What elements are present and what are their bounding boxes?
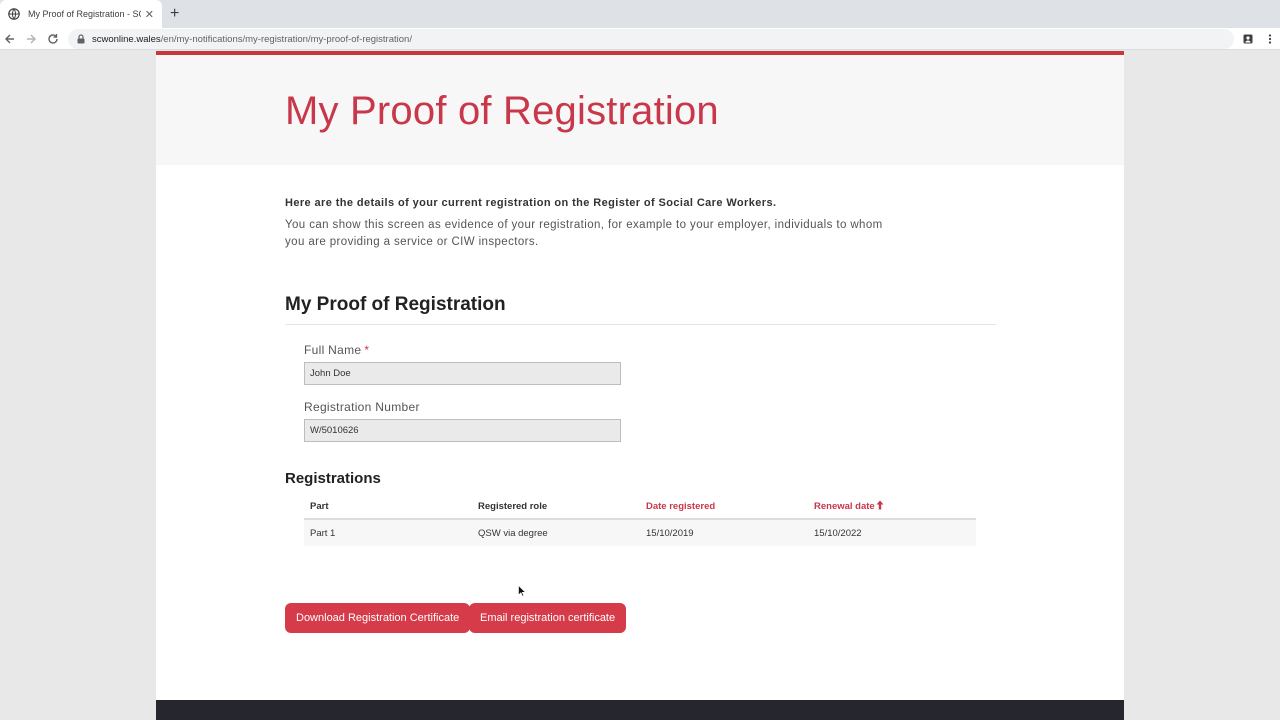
mouse-cursor-icon: [518, 585, 526, 597]
url-text: scwonline.wales/en/my-notifications/my-r…: [92, 34, 412, 45]
new-tab-icon[interactable]: +: [170, 5, 179, 23]
page-container: My Proof of Registration Here are the de…: [156, 51, 1124, 720]
close-tab-icon[interactable]: ✕: [145, 8, 154, 21]
tab-title: My Proof of Registration - SCW P: [28, 9, 141, 19]
registration-number-field[interactable]: [304, 419, 621, 442]
registrations-title: Registrations: [285, 470, 381, 487]
registrations-table: Part Registered role Date registered Ren…: [304, 494, 976, 546]
url-domain: scwonline.wales: [92, 33, 161, 45]
browser-tab-bar: My Proof of Registration - SCW P ✕ +: [0, 0, 1280, 28]
globe-icon: [8, 8, 20, 20]
back-icon[interactable]: [2, 31, 18, 47]
intro-section: Here are the details of your current reg…: [285, 197, 996, 251]
address-bar[interactable]: scwonline.wales/en/my-notifications/my-r…: [68, 29, 1234, 49]
table-row: Part 1 QSW via degree 15/10/2019 15/10/2…: [304, 519, 976, 546]
email-certificate-button[interactable]: Email registration certificate: [469, 603, 627, 633]
page-title: My Proof of Registration: [285, 89, 719, 133]
browser-toolbar: scwonline.wales/en/my-notifications/my-r…: [0, 28, 1280, 50]
column-header-registered-role: Registered role: [472, 494, 640, 520]
sort-arrow-up-icon: [875, 500, 884, 512]
column-header-date-registered[interactable]: Date registered: [640, 494, 808, 520]
page-footer: [156, 700, 1124, 720]
table-header-row: Part Registered role Date registered Ren…: [304, 494, 976, 520]
cell-part: Part 1: [304, 519, 472, 546]
cell-date-registered: 15/10/2019: [640, 519, 808, 546]
hero-banner: My Proof of Registration: [156, 55, 1124, 165]
download-certificate-button[interactable]: Download Registration Certificate: [285, 603, 471, 633]
column-header-renewal-date[interactable]: Renewal date: [808, 494, 976, 520]
url-path: /en/my-notifications/my-registration/my-…: [160, 33, 412, 45]
registration-number-label: Registration Number: [304, 400, 420, 414]
intro-heading: Here are the details of your current reg…: [285, 197, 777, 209]
menu-icon[interactable]: [1262, 31, 1278, 47]
lock-icon: [76, 34, 86, 44]
renewal-date-header-text: Renewal date: [814, 501, 875, 512]
full-name-field[interactable]: [304, 362, 621, 385]
cell-renewal-date: 15/10/2022: [808, 519, 976, 546]
profile-icon[interactable]: [1240, 31, 1256, 47]
full-name-label: Full Name *: [304, 343, 369, 357]
column-header-part: Part: [304, 494, 472, 520]
cell-registered-role: QSW via degree: [472, 519, 640, 546]
section-title: My Proof of Registration: [285, 294, 996, 325]
intro-text: You can show this screen as evidence of …: [285, 219, 883, 248]
full-name-label-text: Full Name: [304, 343, 362, 357]
forward-icon[interactable]: [23, 31, 39, 47]
reload-icon[interactable]: [45, 31, 61, 47]
required-marker: *: [364, 343, 370, 357]
browser-tab[interactable]: My Proof of Registration - SCW P ✕: [0, 0, 162, 28]
